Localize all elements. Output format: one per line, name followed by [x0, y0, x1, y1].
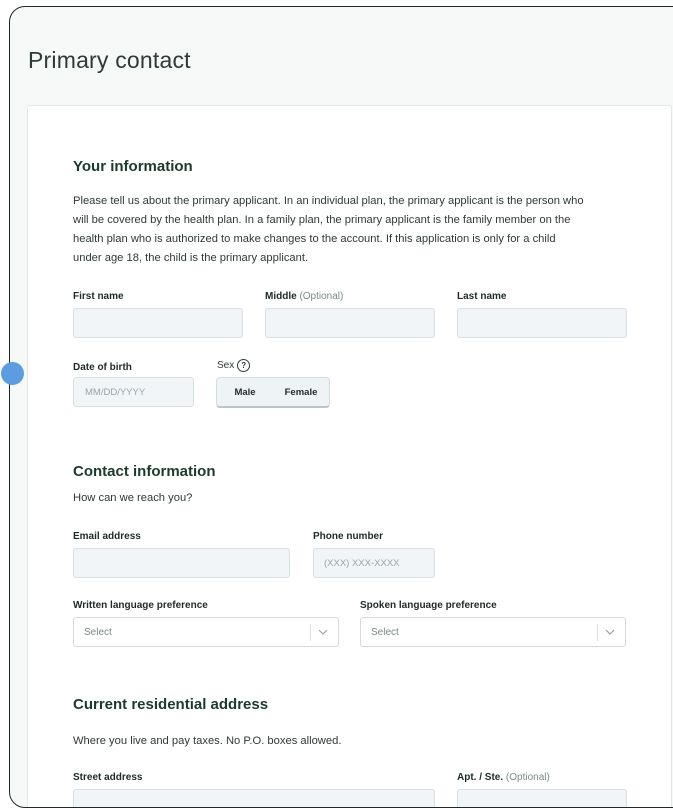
written-language-select[interactable]: Select	[73, 617, 339, 647]
sex-label: Sex ?	[217, 359, 251, 372]
street-address-input[interactable]	[73, 789, 435, 807]
date-of-birth-input[interactable]: MM/DD/YYYY	[73, 377, 194, 407]
contact-information-subtext: How can we reach you?	[73, 492, 193, 504]
middle-name-input[interactable]	[265, 308, 435, 338]
sex-segmented-control: Male Female	[216, 377, 330, 408]
apt-input[interactable]	[457, 789, 627, 807]
email-input[interactable]	[73, 548, 290, 578]
sex-label-text: Sex	[217, 360, 235, 371]
residential-address-heading: Current residential address	[73, 696, 269, 713]
description-line: under age 18, the child is the primary a…	[73, 252, 309, 264]
last-name-label: Last name	[457, 291, 507, 302]
select-divider	[310, 624, 311, 641]
optional-tag: (Optional)	[299, 291, 344, 302]
middle-name-label-text: Middle	[265, 291, 297, 302]
first-name-label: First name	[73, 291, 124, 302]
select-divider	[597, 624, 598, 641]
email-label: Email address	[73, 531, 141, 542]
step-marker-dot	[1, 362, 24, 385]
middle-name-label: Middle (Optional)	[265, 291, 343, 302]
optional-tag: (Optional)	[505, 772, 550, 783]
page-title: Primary contact	[28, 47, 191, 73]
residential-address-subtext: Where you live and pay taxes. No P.O. bo…	[73, 735, 342, 747]
question-circle-icon[interactable]: ?	[237, 359, 251, 372]
chevron-down-icon	[318, 629, 328, 635]
street-address-label: Street address	[73, 772, 143, 783]
form-card: Your information Please tell us about th…	[27, 105, 672, 807]
date-of-birth-label: Date of birth	[73, 362, 132, 373]
description-line: Please tell us about the primary applica…	[73, 195, 584, 207]
app-window: Primary contact Your information Please …	[9, 6, 673, 808]
your-information-heading: Your information	[73, 158, 193, 175]
description-line: health plan who is authorized to make ch…	[73, 233, 556, 245]
apt-label-text: Apt. / Ste.	[457, 772, 504, 783]
date-of-birth-placeholder: MM/DD/YYYY	[85, 387, 146, 398]
first-name-input[interactable]	[73, 308, 243, 338]
sex-option-male[interactable]: Male	[217, 387, 273, 398]
apt-label: Apt. / Ste. (Optional)	[457, 772, 550, 783]
sex-option-female[interactable]: Female	[273, 387, 329, 398]
phone-input[interactable]: (XXX) XXX-XXXX	[313, 548, 435, 578]
your-information-description: Please tell us about the primary applica…	[73, 192, 663, 268]
spoken-language-label: Spoken language preference	[360, 600, 497, 611]
phone-label: Phone number	[313, 531, 384, 542]
written-language-value: Select	[84, 627, 112, 638]
description-line: will be covered by the health plan. In a…	[73, 214, 571, 226]
spoken-language-select[interactable]: Select	[360, 617, 626, 647]
contact-information-heading: Contact information	[73, 463, 216, 480]
phone-placeholder: (XXX) XXX-XXXX	[324, 558, 400, 569]
spoken-language-value: Select	[371, 627, 399, 638]
written-language-label: Written language preference	[73, 600, 208, 611]
last-name-input[interactable]	[457, 308, 627, 338]
chevron-down-icon	[605, 629, 615, 635]
